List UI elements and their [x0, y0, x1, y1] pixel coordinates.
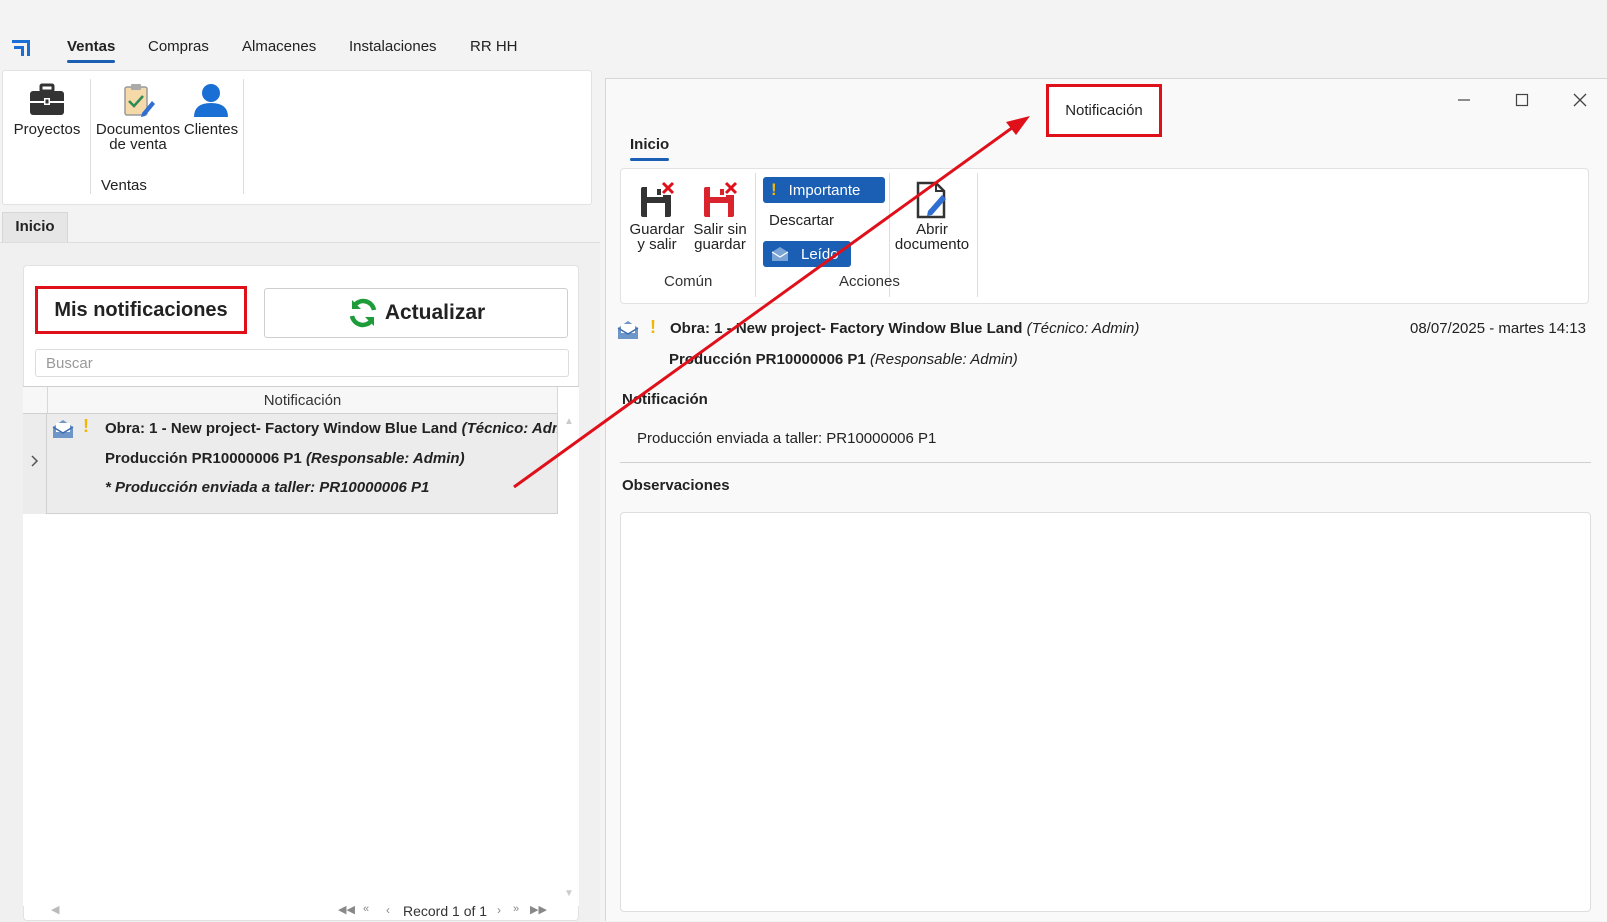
envelope-open-icon — [771, 247, 789, 261]
detail-produccion: Producción PR10000006 P1 — [669, 351, 866, 368]
pager-next-icon[interactable]: › — [497, 903, 501, 917]
observaciones-textarea[interactable] — [620, 512, 1591, 912]
maximize-icon — [1515, 93, 1529, 107]
abrir-label-line1: Abrir — [916, 221, 948, 238]
row-detail: * Producción enviada a taller: PR1000000… — [105, 479, 430, 496]
important-icon: ! — [650, 317, 656, 337]
tab-inicio[interactable]: Inicio — [2, 212, 68, 242]
row-responsable: (Responsable: Admin) — [305, 450, 465, 467]
pager-last-icon[interactable]: ▶▶ — [530, 903, 547, 916]
briefcase-icon — [30, 83, 64, 115]
descartar-button[interactable]: Descartar — [769, 212, 834, 229]
save-exit-icon — [641, 181, 675, 217]
important-icon: ! — [83, 416, 89, 436]
clipboard-check-icon — [124, 84, 155, 117]
clientes-label: Clientes — [183, 121, 239, 138]
pager-prev-icon[interactable]: ‹ — [386, 903, 390, 917]
scroll-down-icon[interactable]: ▼ — [564, 888, 574, 899]
chevron-right-icon — [31, 455, 39, 467]
observaciones-label: Observaciones — [622, 477, 730, 494]
search-input[interactable] — [35, 349, 569, 377]
pager-prev-page-icon[interactable]: « — [363, 903, 369, 915]
guardar-salir-button[interactable]: Guardar y salir — [629, 181, 685, 252]
close-icon — [1573, 93, 1587, 107]
edit-document-icon — [916, 181, 946, 219]
row-indicator[interactable] — [23, 414, 47, 514]
documentos-venta-button[interactable]: Documentos de venta — [95, 83, 181, 152]
importante-button[interactable]: ! Importante — [763, 177, 885, 203]
minimize-button[interactable] — [1452, 88, 1476, 112]
scroll-up-icon[interactable]: ▲ — [564, 416, 574, 427]
notifications-title: Mis notificaciones — [35, 286, 247, 334]
app-logo-icon[interactable] — [12, 38, 32, 56]
pager-first-icon[interactable]: ◀◀ — [338, 903, 355, 916]
table-row[interactable]: ! Obra: 1 - New project- Factory Window … — [47, 414, 558, 514]
refresh-button[interactable]: Actualizar — [264, 288, 568, 338]
abrir-label-line2: documento — [894, 236, 970, 253]
user-icon — [194, 84, 228, 117]
tab-ventas[interactable]: Ventas — [67, 38, 116, 63]
envelope-open-icon — [617, 321, 639, 339]
pager-next-page-icon[interactable]: » — [513, 903, 519, 915]
record-counter: Record 1 of 1 — [403, 903, 488, 919]
importante-label: Importante — [788, 181, 861, 199]
tab-instalaciones[interactable]: Instalaciones — [349, 38, 437, 55]
documentos-label-line1: Documentos — [95, 121, 181, 138]
ribbon-divider — [977, 173, 978, 297]
exclamation-icon: ! — [771, 180, 777, 199]
leido-label: Leído — [801, 245, 839, 263]
abrir-documento-button[interactable]: Abrir documento — [893, 181, 971, 252]
minimize-icon — [1458, 99, 1470, 101]
salir-sin-guardar-button[interactable]: Salir sin guardar — [691, 181, 749, 252]
notificacion-text: Producción enviada a taller: PR10000006 … — [637, 430, 937, 447]
proyectos-button[interactable]: Proyectos — [11, 83, 83, 137]
ribbon-divider — [90, 79, 91, 194]
tab-almacenes[interactable]: Almacenes — [242, 38, 316, 55]
notificacion-label: Notificación — [622, 391, 708, 408]
scroll-left-icon[interactable]: ◀ — [51, 903, 59, 916]
ribbon-divider — [755, 173, 756, 297]
dialog-title: Notificación — [1046, 84, 1162, 137]
refresh-icon — [349, 298, 377, 328]
detail-obra: Obra: 1 - New project- Factory Window Bl… — [670, 320, 1023, 337]
leido-button[interactable]: Leído — [763, 241, 851, 267]
ribbon-group-ventas: Ventas — [101, 177, 147, 194]
refresh-label: Actualizar — [384, 301, 486, 324]
maximize-button[interactable] — [1510, 88, 1534, 112]
exit-no-save-icon — [704, 181, 738, 217]
tab-rrhh[interactable]: RR HH — [470, 38, 518, 55]
proyectos-label: Proyectos — [13, 121, 81, 138]
clientes-button[interactable]: Clientes — [183, 83, 239, 137]
group-acciones: Acciones — [839, 273, 900, 290]
group-comun: Común — [664, 273, 713, 290]
detail-date: 08/07/2025 - martes 14:13 — [1410, 320, 1586, 337]
main-ribbon: Proyectos Documentos de venta Clientes V… — [2, 70, 592, 205]
grid-corner — [23, 387, 47, 414]
column-header-notificacion[interactable]: Notificación — [47, 387, 558, 414]
row-tecnico: (Técnico: Admin) — [461, 420, 557, 437]
grid-footer: ◀ ◀◀ « ‹ Record 1 of 1 › » ▶▶ — [23, 903, 579, 921]
envelope-open-icon — [52, 420, 74, 438]
dialog-ribbon: Guardar y salir Salir sin guardar Común … — [620, 168, 1589, 304]
ribbon-divider — [243, 79, 244, 194]
detail-responsable: (Responsable: Admin) — [869, 351, 1018, 368]
guardar-label-line2: y salir — [637, 236, 677, 253]
tab-compras[interactable]: Compras — [148, 38, 209, 55]
documentos-label-line2: de venta — [109, 136, 167, 153]
salir-label-line2: guardar — [694, 236, 746, 253]
row-produccion: Producción PR10000006 P1 — [105, 450, 302, 467]
guardar-label-line1: Guardar — [629, 221, 685, 238]
top-navigation: Ventas Compras Almacenes Instalaciones R… — [0, 0, 1607, 68]
salir-label-line1: Salir sin — [693, 221, 747, 238]
close-button[interactable] — [1568, 88, 1592, 112]
detail-tecnico: (Técnico: Admin) — [1026, 320, 1140, 337]
divider — [620, 462, 1591, 463]
dialog-tab-inicio[interactable]: Inicio — [630, 136, 670, 161]
row-obra: Obra: 1 - New project- Factory Window Bl… — [105, 420, 458, 437]
